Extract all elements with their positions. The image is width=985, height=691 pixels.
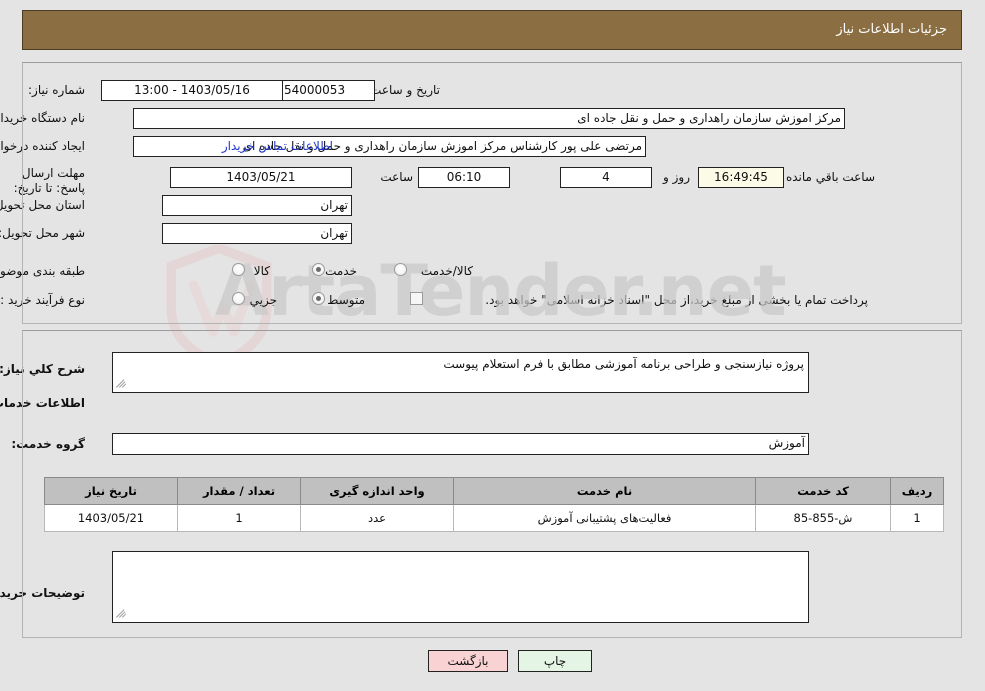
resize-grip-icon[interactable] — [116, 609, 127, 620]
services-table: ردیف کد خدمت نام خدمت واحد اندازه گیری ت… — [44, 477, 944, 532]
hour-field[interactable]: 06:10 — [418, 167, 510, 188]
service-group-field[interactable]: آموزش — [112, 433, 809, 455]
radio-category-goods-service[interactable] — [394, 263, 407, 276]
delivery-city-field[interactable]: تهران — [162, 223, 352, 244]
buyer-contact-link[interactable]: اطلاعات تماس خریدار — [222, 139, 333, 154]
page-title: جزئیات اطلاعات نیاز — [836, 22, 947, 37]
radio-process-minor-label: جزیي — [249, 293, 277, 307]
radio-process-medium[interactable] — [312, 292, 325, 305]
buyer-notes-textarea[interactable] — [112, 551, 809, 623]
table-header-row: ردیف کد خدمت نام خدمت واحد اندازه گیری ت… — [44, 477, 944, 505]
radio-process-medium-label: متوسط — [327, 293, 365, 307]
buyer-org-field[interactable]: مرکز اموزش سازمان راهداری و حمل و نقل جا… — [133, 108, 845, 129]
cell-row: 1 — [890, 504, 944, 532]
column-header-service-name: نام خدمت — [453, 477, 756, 505]
table-row: 1 ش-855-85 فعالیت‌های پشتیبانی آموزش عدد… — [44, 504, 944, 532]
general-description-textarea[interactable]: پروژه نیازسنجی و طراحی برنامه آموزشی مطا… — [112, 352, 809, 393]
delivery-province-field[interactable]: تهران — [162, 195, 352, 216]
page-header: جزئیات اطلاعات نیاز — [22, 10, 962, 50]
countdown-field: 16:49:45 — [698, 167, 784, 188]
cell-need-date: 1403/05/21 — [44, 504, 178, 532]
resize-grip-icon[interactable] — [116, 379, 127, 390]
need-info-panel — [22, 62, 962, 324]
radio-process-minor[interactable] — [232, 292, 245, 305]
response-deadline-field[interactable]: 1403/05/21 — [170, 167, 352, 188]
request-creator-field[interactable]: مرتضی علی پور کارشناس مرکز اموزش سازمان … — [133, 136, 646, 157]
treasury-note-checkbox[interactable] — [410, 292, 423, 305]
column-header-need-date: تاریخ نیاز — [44, 477, 178, 505]
radio-category-goods-label: کالا — [253, 264, 270, 278]
column-header-unit: واحد اندازه گیری — [300, 477, 454, 505]
column-header-service-code: کد خدمت — [755, 477, 891, 505]
radio-category-goods-service-label: کالا/خدمت — [420, 264, 473, 278]
cell-unit: عدد — [300, 504, 454, 532]
general-description-value: پروژه نیازسنجی و طراحی برنامه آموزشی مطا… — [443, 357, 804, 371]
print-button[interactable]: چاپ — [518, 650, 592, 672]
cell-service-code: ش-855-85 — [755, 504, 891, 532]
cell-quantity: 1 — [177, 504, 301, 532]
column-header-quantity: تعداد / مقدار — [177, 477, 301, 505]
days-remaining-field[interactable]: 4 — [560, 167, 652, 188]
public-announcement-field[interactable]: 1403/05/16 - 13:00 — [101, 80, 283, 101]
back-button[interactable]: بازگشت — [428, 650, 508, 672]
radio-category-service-label: خدمت — [325, 264, 357, 278]
column-header-row: ردیف — [890, 477, 944, 505]
radio-category-service[interactable] — [312, 263, 325, 276]
cell-service-name: فعالیت‌های پشتیبانی آموزش — [453, 504, 756, 532]
radio-category-goods[interactable] — [232, 263, 245, 276]
